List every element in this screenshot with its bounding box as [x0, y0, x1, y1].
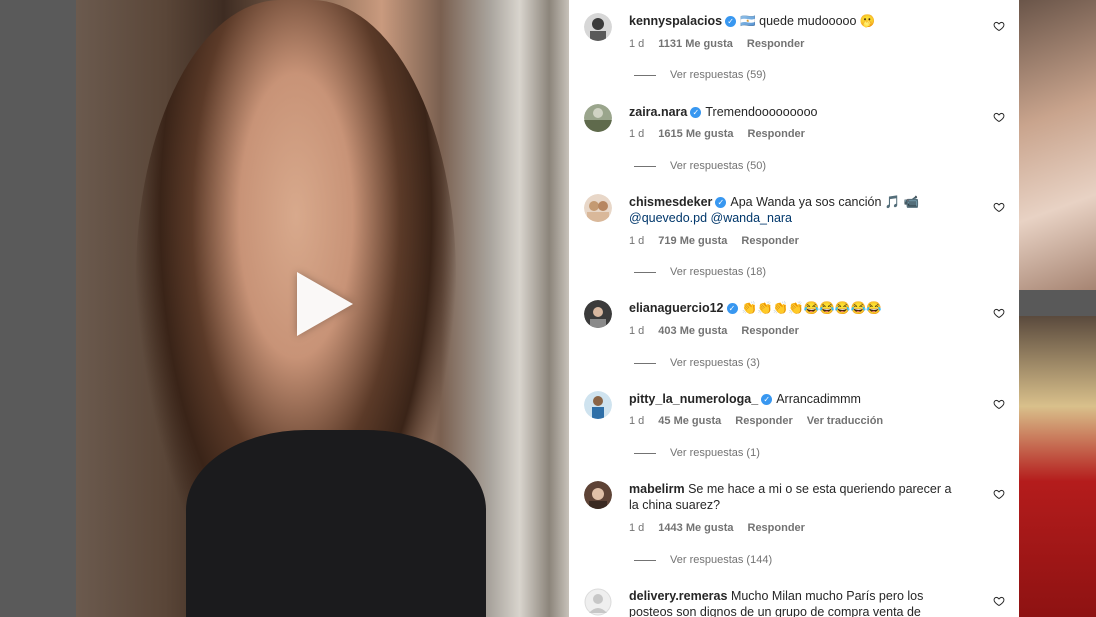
- reply-button[interactable]: Responder: [741, 325, 798, 337]
- comment-text: kennyspalacios ✓ 🇦🇷 quede mudooooo 🫢: [629, 13, 959, 29]
- comment-meta: 1 d 1443 Me gusta Responder: [629, 522, 819, 534]
- reply-button[interactable]: Responder: [747, 38, 804, 50]
- comment-age: 1 d: [629, 38, 645, 50]
- comment-likes[interactable]: 1615 Me gusta: [658, 128, 733, 140]
- avatar[interactable]: [584, 391, 612, 419]
- view-replies-button[interactable]: Ver respuestas (1): [634, 447, 760, 459]
- verified-badge-icon: ✓: [690, 107, 702, 119]
- comment-age: 1 d: [629, 325, 645, 337]
- comment-username[interactable]: pitty_la_numerologa_: [629, 392, 758, 406]
- replies-line: [634, 165, 656, 167]
- view-replies-button[interactable]: Ver respuestas (144): [634, 554, 772, 566]
- comment-body: Apa Wanda ya sos canción 🎵 📹: [730, 195, 920, 209]
- comment-likes[interactable]: 403 Me gusta: [658, 325, 727, 337]
- view-replies-label: Ver respuestas (50): [670, 160, 766, 172]
- comments-panel: kennyspalacios ✓ 🇦🇷 quede mudooooo 🫢 1 d 11…: [569, 0, 1019, 617]
- mention-link[interactable]: @wanda_nara: [711, 211, 793, 225]
- view-replies-label: Ver respuestas (59): [670, 69, 766, 81]
- comment-age: 1 d: [629, 522, 645, 534]
- avatar[interactable]: [584, 104, 612, 132]
- view-replies-button[interactable]: Ver respuestas (3): [634, 357, 760, 369]
- heart-outline-icon[interactable]: [993, 111, 1005, 123]
- comment-text: mabelirm Se me hace a mi o se esta queri…: [629, 481, 959, 513]
- comment-likes[interactable]: 719 Me gusta: [658, 235, 727, 247]
- video-post[interactable]: [76, 0, 569, 617]
- comment-meta: 1 d 1615 Me gusta Responder: [629, 128, 819, 140]
- heart-outline-icon[interactable]: [993, 307, 1005, 319]
- mention-link[interactable]: @quevedo.pd: [629, 211, 707, 225]
- comment-meta: 1 d 1131 Me gusta Responder: [629, 38, 818, 50]
- preview-image: [1019, 316, 1096, 617]
- comment-text: pitty_la_numerologa_ ✓ Arrancadimmm: [629, 391, 959, 407]
- comment-meta: 1 d 403 Me gusta Responder: [629, 325, 813, 337]
- comment-username[interactable]: elianaguercio12: [629, 301, 724, 315]
- comment-meta: 1 d 45 Me gusta Responder Ver traducción: [629, 415, 897, 427]
- heart-outline-icon[interactable]: [993, 201, 1005, 213]
- comment-likes[interactable]: 1443 Me gusta: [658, 522, 733, 534]
- verified-badge-icon: ✓: [725, 16, 737, 28]
- comment-username[interactable]: chismesdeker: [629, 195, 712, 209]
- view-replies-label: Ver respuestas (3): [670, 357, 760, 369]
- replies-line: [634, 452, 656, 454]
- view-replies-label: Ver respuestas (144): [670, 554, 773, 566]
- replies-line: [634, 271, 656, 273]
- replies-line: [634, 362, 656, 364]
- avatar[interactable]: [584, 194, 612, 222]
- comment-age: 1 d: [629, 235, 645, 247]
- heart-outline-icon[interactable]: [993, 398, 1005, 410]
- reply-button[interactable]: Responder: [748, 522, 805, 534]
- comment-body: 🇦🇷 quede mudooooo 🫢: [740, 14, 876, 28]
- page-backdrop-left: [0, 0, 76, 617]
- comment-body: Arrancadimmm: [776, 392, 861, 406]
- comment-text: chismesdeker ✓ Apa Wanda ya sos canción 🎵 …: [629, 194, 959, 226]
- comment-likes[interactable]: 45 Me gusta: [658, 415, 721, 427]
- avatar[interactable]: [584, 588, 612, 616]
- comment-username[interactable]: kennyspalacios: [629, 14, 722, 28]
- view-replies-button[interactable]: Ver respuestas (59): [634, 69, 766, 81]
- next-post-preview[interactable]: [1019, 0, 1096, 617]
- comment-likes[interactable]: 1131 Me gusta: [658, 38, 733, 50]
- comment-body: Tremendooooooooo: [705, 105, 818, 119]
- replies-line: [634, 559, 656, 561]
- avatar[interactable]: [584, 481, 612, 509]
- view-replies-label: Ver respuestas (18): [670, 266, 766, 278]
- comment-body: 👏👏👏👏😂😂😂😂😂: [741, 301, 882, 315]
- verified-badge-icon: ✓: [761, 394, 773, 406]
- comment-age: 1 d: [629, 128, 645, 140]
- heart-outline-icon[interactable]: [993, 20, 1005, 32]
- video-frame-clothing: [186, 430, 486, 617]
- reply-button[interactable]: Responder: [735, 415, 792, 427]
- preview-image: [1019, 0, 1096, 290]
- view-replies-label: Ver respuestas (1): [670, 447, 760, 459]
- comment-age: 1 d: [629, 415, 645, 427]
- view-replies-button[interactable]: Ver respuestas (18): [634, 266, 766, 278]
- comment-username[interactable]: mabelirm: [629, 482, 685, 496]
- view-replies-button[interactable]: Ver respuestas (50): [634, 160, 766, 172]
- verified-badge-icon: ✓: [715, 197, 727, 209]
- translate-button[interactable]: Ver traducción: [807, 415, 883, 427]
- avatar[interactable]: [584, 13, 612, 41]
- replies-line: [634, 74, 656, 76]
- verified-badge-icon: ✓: [726, 303, 738, 315]
- play-icon[interactable]: [297, 272, 353, 336]
- heart-outline-icon[interactable]: [993, 488, 1005, 500]
- comment-text: elianaguercio12 ✓ 👏👏👏👏😂😂😂😂😂: [629, 300, 959, 316]
- comment-meta: 1 d 719 Me gusta Responder: [629, 235, 813, 247]
- heart-outline-icon[interactable]: [993, 595, 1005, 607]
- reply-button[interactable]: Responder: [741, 235, 798, 247]
- avatar[interactable]: [584, 300, 612, 328]
- comment-username[interactable]: delivery.remeras: [629, 589, 727, 603]
- comment-text: zaira.nara ✓ Tremendooooooooo: [629, 104, 959, 120]
- comment-username[interactable]: zaira.nara: [629, 105, 687, 119]
- reply-button[interactable]: Responder: [748, 128, 805, 140]
- comment-text: delivery.remeras Mucho Milan mucho París…: [629, 588, 959, 617]
